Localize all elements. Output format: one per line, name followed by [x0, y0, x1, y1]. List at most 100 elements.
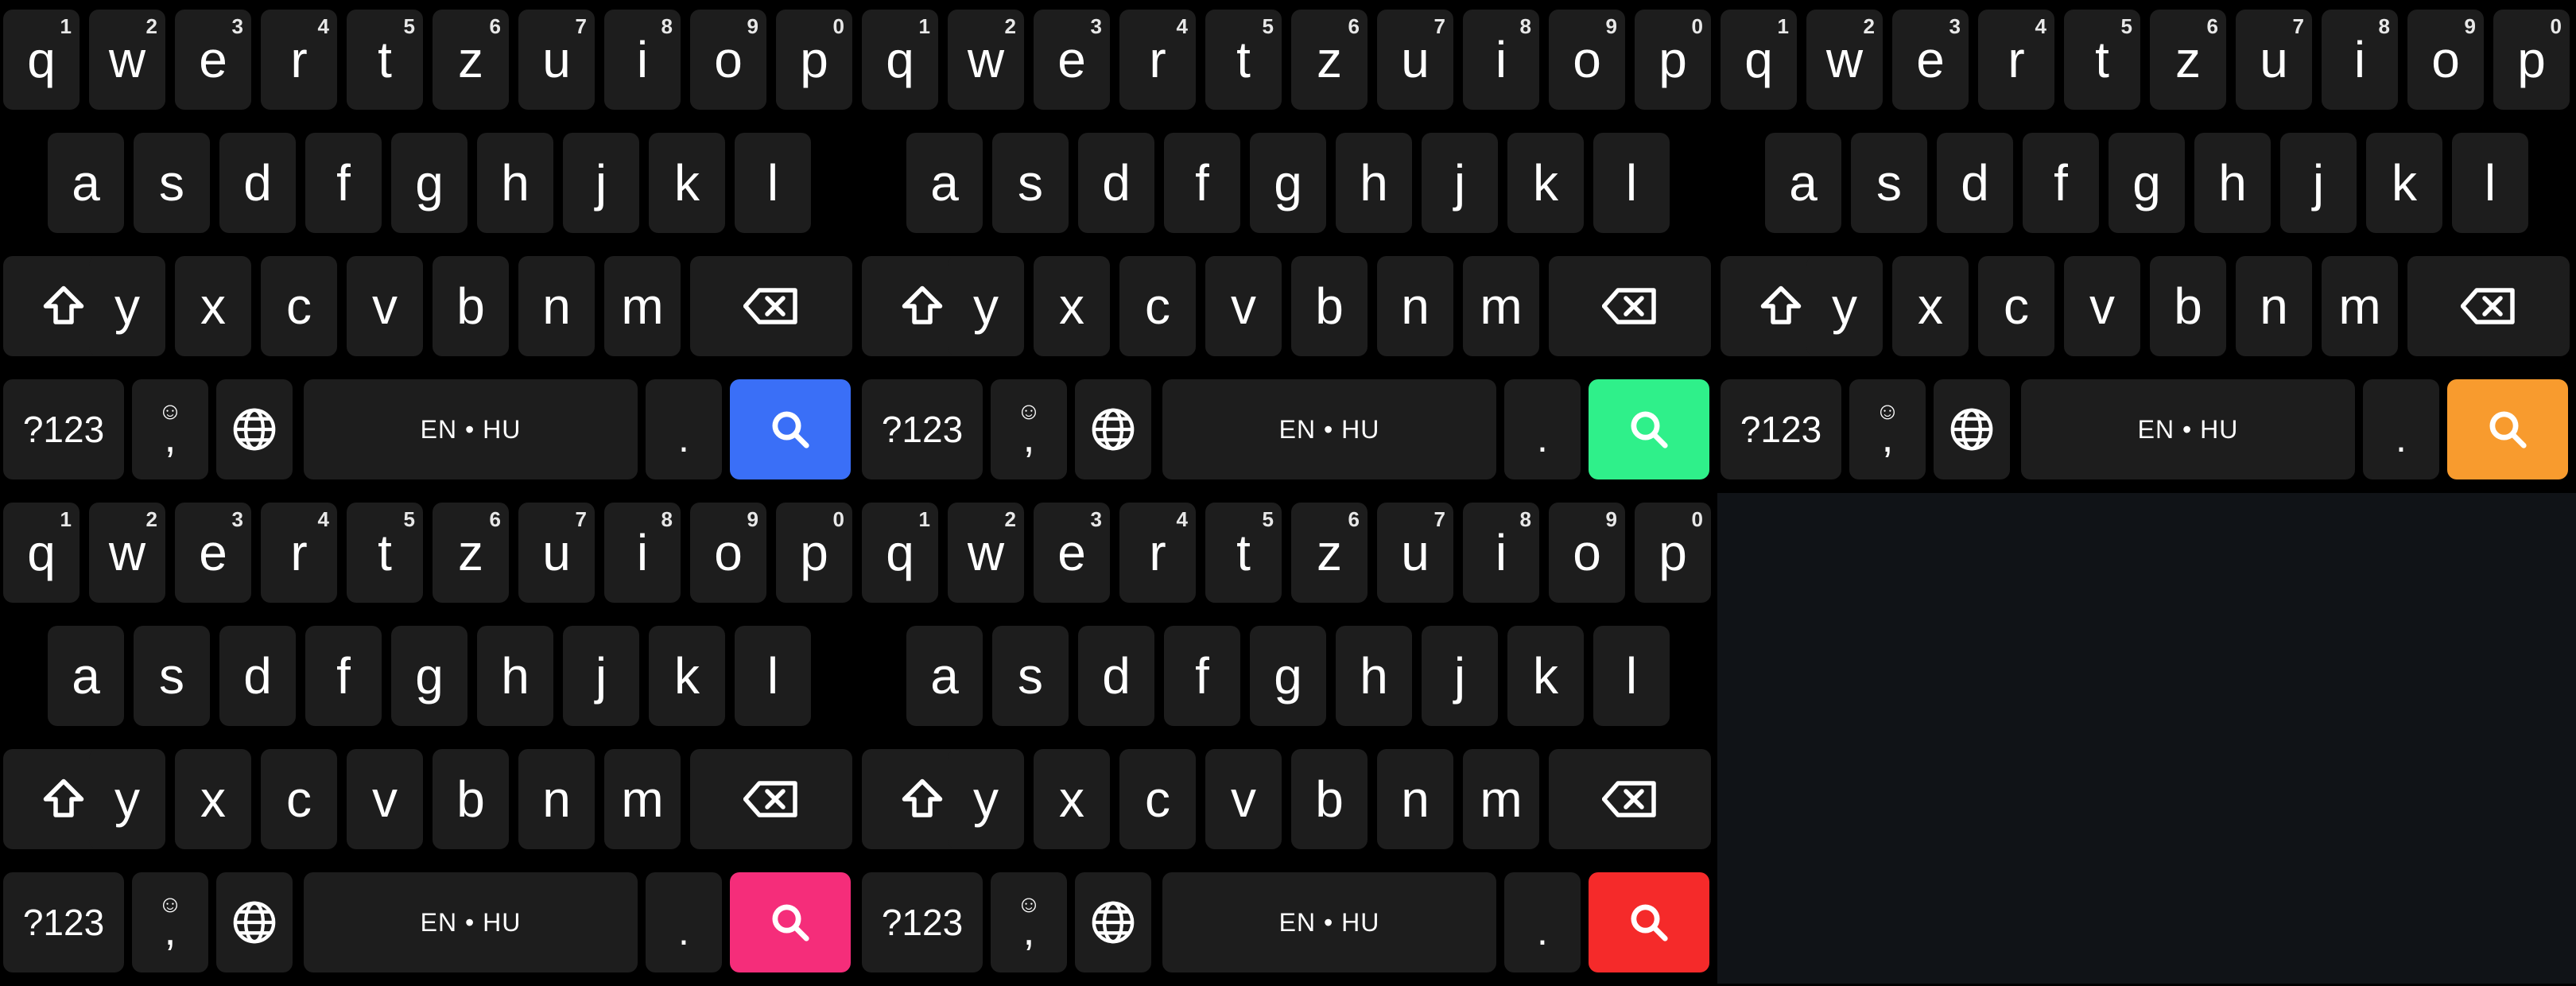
key-t[interactable]: t5 [1205, 10, 1282, 110]
key-l[interactable]: l [1593, 626, 1670, 726]
key-s[interactable]: s [992, 626, 1069, 726]
key-v[interactable]: v [2064, 256, 2140, 356]
key-l[interactable]: l [735, 133, 811, 233]
key-d[interactable]: d [1078, 626, 1154, 726]
key-g[interactable]: g [1250, 626, 1326, 726]
emoji-comma-key[interactable]: ☺, [991, 872, 1067, 972]
key-c[interactable]: c [261, 256, 337, 356]
key-i[interactable]: i8 [604, 10, 681, 110]
key-k[interactable]: k [649, 626, 725, 726]
key-t[interactable]: t5 [347, 503, 423, 603]
key-l[interactable]: l [735, 626, 811, 726]
key-k[interactable]: k [1507, 133, 1584, 233]
key-b[interactable]: b [433, 256, 509, 356]
key-t[interactable]: t5 [1205, 503, 1282, 603]
key-z[interactable]: z6 [2150, 10, 2226, 110]
search-action-key[interactable] [730, 379, 851, 479]
backspace-key[interactable] [2407, 256, 2570, 356]
key-k[interactable]: k [649, 133, 725, 233]
key-g[interactable]: g [391, 626, 467, 726]
search-action-key[interactable] [1589, 379, 1709, 479]
backspace-key[interactable] [690, 256, 852, 356]
key-t[interactable]: t5 [2064, 10, 2140, 110]
key-j[interactable]: j [1422, 133, 1498, 233]
key-w[interactable]: w2 [89, 10, 165, 110]
key-j[interactable]: j [563, 133, 639, 233]
key-y[interactable]: y [89, 256, 165, 356]
key-y[interactable]: y [89, 749, 165, 849]
key-m[interactable]: m [604, 256, 681, 356]
backspace-key[interactable] [690, 749, 852, 849]
key-o[interactable]: o9 [1549, 10, 1625, 110]
key-p[interactable]: p0 [776, 10, 852, 110]
key-i[interactable]: i8 [1463, 10, 1539, 110]
key-n[interactable]: n [2236, 256, 2312, 356]
key-v[interactable]: v [347, 256, 423, 356]
key-p[interactable]: p0 [1635, 10, 1711, 110]
search-action-key[interactable] [1589, 872, 1709, 972]
key-a[interactable]: a [906, 626, 983, 726]
key-c[interactable]: c [1978, 256, 2054, 356]
key-z[interactable]: z6 [433, 503, 509, 603]
key-x[interactable]: x [1034, 256, 1110, 356]
key-f[interactable]: f [2023, 133, 2099, 233]
key-w[interactable]: w2 [948, 503, 1024, 603]
key-z[interactable]: z6 [1291, 503, 1368, 603]
key-h[interactable]: h [477, 626, 553, 726]
language-key[interactable] [216, 379, 293, 479]
key-u[interactable]: u7 [518, 10, 595, 110]
language-key[interactable] [216, 872, 293, 972]
period-key[interactable]: . [646, 379, 722, 479]
key-o[interactable]: o9 [690, 10, 766, 110]
key-d[interactable]: d [219, 626, 296, 726]
key-k[interactable]: k [1507, 626, 1584, 726]
key-c[interactable]: c [1119, 256, 1196, 356]
backspace-key[interactable] [1549, 749, 1711, 849]
key-o[interactable]: o9 [690, 503, 766, 603]
key-x[interactable]: x [175, 749, 251, 849]
key-n[interactable]: n [1377, 256, 1453, 356]
key-p[interactable]: p0 [776, 503, 852, 603]
key-l[interactable]: l [1593, 133, 1670, 233]
key-m[interactable]: m [2322, 256, 2398, 356]
key-j[interactable]: j [2280, 133, 2357, 233]
key-r[interactable]: r4 [261, 503, 337, 603]
key-p[interactable]: p0 [2493, 10, 2570, 110]
key-f[interactable]: f [1164, 133, 1240, 233]
key-s[interactable]: s [134, 133, 210, 233]
key-g[interactable]: g [1250, 133, 1326, 233]
language-key[interactable] [1075, 872, 1151, 972]
key-p[interactable]: p0 [1635, 503, 1711, 603]
key-x[interactable]: x [1892, 256, 1969, 356]
key-n[interactable]: n [518, 749, 595, 849]
key-r[interactable]: r4 [1119, 503, 1196, 603]
key-c[interactable]: c [261, 749, 337, 849]
key-b[interactable]: b [433, 749, 509, 849]
key-e[interactable]: e3 [175, 10, 251, 110]
key-v[interactable]: v [1205, 256, 1282, 356]
key-w[interactable]: w2 [948, 10, 1024, 110]
key-z[interactable]: z6 [433, 10, 509, 110]
key-r[interactable]: r4 [1119, 10, 1196, 110]
period-key[interactable]: . [1504, 379, 1581, 479]
emoji-comma-key[interactable]: ☺, [1849, 379, 1926, 479]
space-key[interactable]: EN • HU [1162, 379, 1496, 479]
key-z[interactable]: z6 [1291, 10, 1368, 110]
key-d[interactable]: d [1078, 133, 1154, 233]
period-key[interactable]: . [2363, 379, 2439, 479]
key-m[interactable]: m [1463, 256, 1539, 356]
key-m[interactable]: m [1463, 749, 1539, 849]
key-n[interactable]: n [1377, 749, 1453, 849]
key-a[interactable]: a [48, 626, 124, 726]
key-q[interactable]: q1 [862, 503, 938, 603]
key-e[interactable]: e3 [175, 503, 251, 603]
key-q[interactable]: q1 [3, 10, 80, 110]
key-d[interactable]: d [219, 133, 296, 233]
key-x[interactable]: x [1034, 749, 1110, 849]
key-b[interactable]: b [1291, 256, 1368, 356]
key-j[interactable]: j [563, 626, 639, 726]
key-b[interactable]: b [2150, 256, 2226, 356]
symbols-key[interactable]: ?123 [3, 379, 124, 479]
key-e[interactable]: e3 [1892, 10, 1969, 110]
key-a[interactable]: a [906, 133, 983, 233]
